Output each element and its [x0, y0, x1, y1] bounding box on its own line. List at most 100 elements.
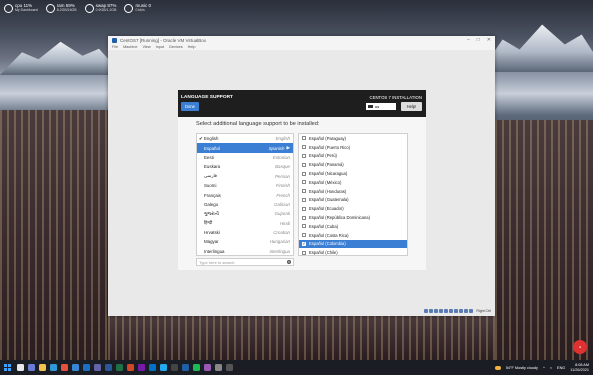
vm-menu-item[interactable]: Machine — [123, 45, 137, 49]
language-row[interactable]: Hrvatski Croatian — [197, 228, 293, 237]
windows-start-icon[interactable] — [4, 364, 11, 371]
store-icon[interactable] — [72, 364, 79, 371]
mail-icon[interactable] — [83, 364, 90, 371]
locale-row[interactable]: Español (Paraguay) — [299, 134, 407, 143]
maximize-icon[interactable]: □ — [477, 37, 480, 43]
terminal-icon[interactable] — [171, 364, 178, 371]
checkbox[interactable] — [302, 233, 306, 238]
cpu-icon[interactable] — [464, 309, 469, 313]
photos-icon[interactable] — [204, 364, 211, 371]
language-row[interactable]: Magyar Hungarian — [197, 237, 293, 246]
search-icon[interactable] — [17, 364, 24, 371]
help-button[interactable]: Help! — [401, 102, 422, 111]
language-row[interactable]: ✔ English English — [197, 134, 293, 143]
mountain-left — [0, 41, 110, 75]
language-row[interactable]: Español Spanish ▶ — [197, 143, 293, 153]
excel-icon[interactable] — [116, 364, 123, 371]
checkbox[interactable] — [302, 162, 306, 167]
recording-icon[interactable] — [459, 309, 464, 313]
mouse-integration-icon[interactable] — [469, 309, 474, 313]
powerpoint-icon[interactable] — [127, 364, 134, 371]
file-explorer-icon[interactable] — [39, 364, 46, 371]
keyboard-layout-indicator[interactable]: us — [366, 103, 396, 110]
language-row[interactable]: हिन्दी Hindi — [197, 219, 293, 228]
language-row[interactable]: Interlingua Interlingua — [197, 247, 293, 255]
vm-menu-item[interactable]: Devices — [169, 45, 183, 49]
done-button[interactable]: Done — [181, 102, 199, 111]
checkbox[interactable]: ✔ — [302, 241, 306, 246]
language-native-name: Eesti — [204, 154, 214, 160]
locale-list[interactable]: Español (Paraguay) Español (Puerto Rico) E… — [298, 133, 408, 256]
vm-menu-item[interactable]: Input — [156, 45, 164, 49]
locale-row[interactable]: Español (Ecuador) — [299, 204, 407, 213]
locale-row[interactable]: Español (México) — [299, 178, 407, 187]
checkbox[interactable] — [302, 136, 306, 141]
locale-row[interactable]: Español (Chile) — [299, 248, 407, 255]
chevron-up-icon[interactable]: ^ — [543, 366, 545, 370]
vm-menu-item[interactable]: Help — [188, 45, 196, 49]
locale-row[interactable]: Español (Guatemala) — [299, 196, 407, 205]
vm-titlebar[interactable]: CentOS7 [Running] - Oracle VM VirtualBox… — [108, 36, 495, 44]
chrome-icon[interactable] — [61, 364, 68, 371]
optical-drive-icon[interactable] — [429, 309, 434, 313]
checkbox[interactable] — [302, 206, 306, 211]
language-row[interactable]: ગુજરાતી Gujarati — [197, 209, 293, 218]
language-row[interactable]: Euskara Basque — [197, 162, 293, 171]
audio-icon[interactable] — [434, 309, 439, 313]
close-icon[interactable]: ✕ — [487, 37, 491, 43]
checkbox[interactable] — [302, 153, 306, 158]
weather-icon[interactable] — [494, 365, 501, 370]
checkbox[interactable] — [302, 197, 306, 202]
vm-menu-item[interactable]: View — [142, 45, 150, 49]
language-indicator[interactable]: ENG — [557, 366, 565, 370]
clear-search-icon[interactable]: ✕ — [287, 260, 291, 264]
locale-row[interactable]: Español (Panamá) — [299, 160, 407, 169]
spotify-icon[interactable] — [193, 364, 200, 371]
checkbox[interactable] — [302, 189, 306, 194]
locale-row[interactable]: Español (Puerto Rico) — [299, 143, 407, 152]
locale-row[interactable]: Español (Cuba) — [299, 222, 407, 231]
settings-icon[interactable] — [215, 364, 222, 371]
network-icon[interactable] — [439, 309, 444, 313]
language-search-input[interactable]: Type here to search. ✕ — [196, 258, 294, 266]
language-list[interactable]: ✔ English English Español Spanish ▶ Eesti Eston… — [196, 133, 294, 256]
locale-row[interactable]: ✔ Español (Colombia) — [299, 239, 407, 249]
checkbox[interactable] — [302, 180, 306, 185]
language-row[interactable]: Français French — [197, 190, 293, 199]
calculator-icon[interactable] — [226, 364, 233, 371]
virtualbox-window[interactable]: CentOS7 [Running] - Oracle VM VirtualBox… — [108, 36, 537, 316]
language-row[interactable]: Galego Galician — [197, 200, 293, 209]
onenote-icon[interactable] — [138, 364, 145, 371]
checkbox[interactable] — [302, 224, 306, 229]
virtualbox-taskbar-icon[interactable] — [182, 364, 189, 371]
locale-row[interactable]: Español (Nicaragua) — [299, 169, 407, 178]
language-row[interactable]: Eesti Estonian — [197, 153, 293, 162]
minimize-icon[interactable]: – — [467, 37, 470, 43]
volume-icon[interactable]: ◖ — [550, 366, 552, 370]
shared-folder-icon[interactable] — [449, 309, 454, 313]
notification-icon[interactable]: ● — [573, 340, 587, 354]
word-icon[interactable] — [105, 364, 112, 371]
weather-text[interactable]: 54°F Mostly cloudy — [506, 366, 538, 370]
locale-row[interactable]: Español (Costa Rica) — [299, 231, 407, 240]
outlook-icon[interactable] — [149, 364, 156, 371]
vscode-icon[interactable] — [160, 364, 167, 371]
hdd-icon[interactable] — [424, 309, 429, 313]
language-row[interactable]: Suomi Finnish — [197, 181, 293, 190]
vm-screen[interactable]: LANGUAGE SUPPORT Done CENTOS 7 INSTALLAT… — [108, 50, 537, 316]
locale-row[interactable]: Español (República Dominicana) — [299, 213, 407, 222]
checkbox[interactable] — [302, 145, 306, 150]
clock[interactable]: 8:08 AM 11/26/2021 — [570, 363, 589, 372]
usb-icon[interactable] — [444, 309, 449, 313]
checkbox[interactable] — [302, 171, 306, 176]
checkbox[interactable] — [302, 215, 306, 220]
vm-menu-item[interactable]: File — [112, 45, 118, 49]
teams-icon[interactable] — [94, 364, 101, 371]
locale-row[interactable]: Español (Perú) — [299, 152, 407, 161]
language-row[interactable]: فارسی Persian — [197, 172, 293, 181]
checkbox[interactable] — [302, 250, 306, 255]
display-icon[interactable] — [454, 309, 459, 313]
task-view-icon[interactable] — [28, 364, 35, 371]
locale-row[interactable]: Español (Honduras) — [299, 187, 407, 196]
edge-icon[interactable] — [50, 364, 57, 371]
